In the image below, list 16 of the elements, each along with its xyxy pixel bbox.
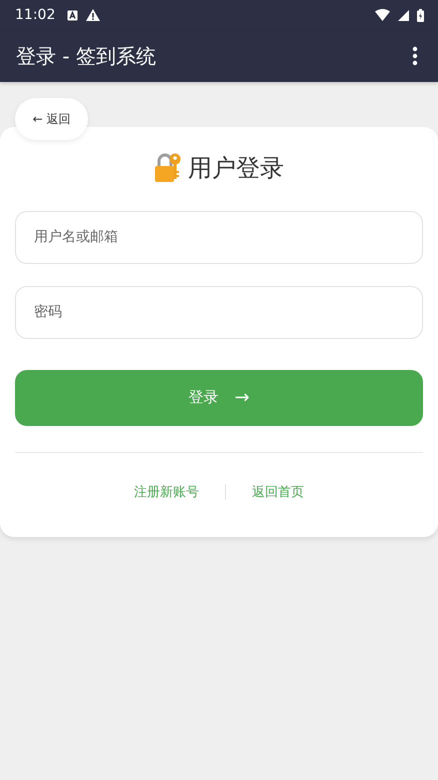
warning-icon [86, 9, 100, 21]
lock-key-icon [154, 152, 182, 182]
login-button[interactable]: 登录 → [15, 370, 423, 426]
signal-icon [398, 10, 409, 20]
footer-link[interactable]: 注册新账号 [134, 482, 199, 500]
footer-link[interactable]: 返回首页 [252, 482, 304, 500]
login-heading: 用户登录 [188, 152, 284, 184]
app-title: 登录 - 签到系统 [16, 42, 156, 70]
input-field[interactable]: 密码 [15, 286, 423, 338]
status-time: 11:02 [15, 7, 56, 23]
input-field[interactable]: 用户名或邮箱 [15, 210, 423, 264]
wifi-icon [375, 9, 390, 21]
back-button[interactable]: ← 返回 [15, 98, 88, 140]
battery-icon [417, 8, 424, 22]
more-menu-icon[interactable] [412, 46, 418, 66]
notification-icon [67, 10, 78, 20]
